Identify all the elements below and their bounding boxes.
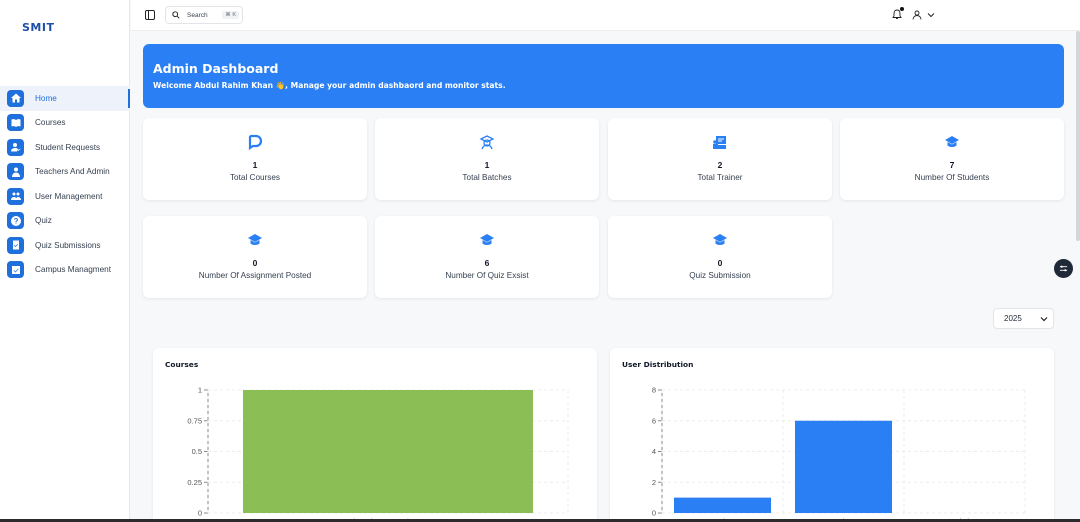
sidebar-item-label: Quiz Submissions (35, 240, 101, 250)
page-title: Admin Dashboard (153, 61, 279, 76)
topbar: Search ⌘ K (131, 0, 1080, 31)
user-distribution-bar-chart: 02468TeachersStudentsAdmins (652, 386, 1026, 522)
sidebar-item-quiz-submissions[interactable]: Quiz Submissions (0, 233, 130, 258)
y-tick-label: 2 (652, 478, 656, 487)
sidebar-toggle-icon[interactable] (145, 10, 155, 20)
question-icon (7, 212, 24, 230)
graduation-cap-icon (713, 234, 727, 245)
chevron-down-icon[interactable] (927, 11, 935, 19)
y-tick-label: 0.25 (187, 478, 202, 487)
smit-logo[interactable]: SMIT (22, 18, 56, 38)
course-icon (248, 134, 263, 150)
year-select[interactable]: 2025 (993, 308, 1054, 329)
book-icon (7, 114, 24, 132)
stat-label: Quiz Submission (689, 271, 751, 280)
trainer-icon (713, 136, 726, 149)
search-shortcut: ⌘ K (222, 11, 239, 19)
sliders-icon (1059, 265, 1068, 272)
stat-card-total-batches[interactable]: 1 Total Batches (375, 118, 599, 200)
stat-label: Number Of Assignment Posted (198, 271, 312, 280)
sidebar-item-label: Home (35, 93, 57, 103)
sidebar-item-user-management[interactable]: User Management (0, 184, 130, 209)
stat-label: Total Batches (462, 173, 512, 182)
search-icon (172, 11, 180, 19)
sidebar: SMIT Home Courses Student Requests Teach… (0, 0, 130, 522)
sidebar-item-label: Quiz (35, 216, 52, 226)
user-icon[interactable] (912, 10, 922, 20)
graduation-cap-icon (945, 136, 959, 147)
sidebar-item-student-requests[interactable]: Student Requests (0, 135, 130, 160)
sidebar-item-label: Teachers And Admin (35, 167, 110, 177)
y-tick-label: 8 (652, 386, 656, 395)
clipboard-check-icon (7, 236, 24, 254)
graduation-cap-icon (248, 234, 262, 245)
sidebar-item-label: Student Requests (35, 142, 101, 152)
y-tick-label: 0.5 (192, 447, 202, 456)
user-distribution-chart-card: User Distribution 02468TeachersStudentsA… (610, 348, 1054, 522)
y-tick-label: 6 (652, 416, 656, 425)
sidebar-item-campus-managment[interactable]: Campus Managment (0, 258, 130, 283)
user-request-icon (7, 138, 24, 156)
bar-web-and-app-development[interactable] (243, 390, 533, 513)
stat-card-assignments-posted[interactable]: 0 Number Of Assignment Posted (143, 216, 367, 298)
batch-icon (479, 135, 495, 150)
stat-value: 6 (484, 258, 490, 268)
sidebar-item-label: Courses (35, 118, 66, 128)
checkbox-icon (7, 261, 24, 279)
stat-card-total-courses[interactable]: 1 Total Courses (143, 118, 367, 200)
welcome-banner: Admin Dashboard Welcome Abdul Rahim Khan… (143, 44, 1064, 108)
stat-value: 1 (252, 160, 258, 170)
welcome-message: Welcome Abdul Rahim Khan 👋, Manage your … (153, 81, 506, 90)
y-tick-label: 1 (198, 386, 202, 395)
y-tick-label: 0 (652, 509, 656, 518)
y-tick-label: 4 (652, 447, 656, 456)
chevron-down-icon (1040, 317, 1048, 322)
stat-value: 1 (484, 160, 490, 170)
users-icon (7, 187, 24, 205)
y-tick-label: 0 (198, 509, 202, 518)
stat-label: Total Courses (229, 173, 281, 182)
graduation-cap-icon (480, 234, 494, 245)
logo-text: SMIT (22, 21, 55, 34)
bar-teachers[interactable] (674, 497, 771, 513)
notification-dot (900, 7, 904, 11)
stat-card-number-of-students[interactable]: 7 Number Of Students (840, 118, 1064, 200)
stat-label: Number Of Students (914, 173, 990, 182)
courses-chart-card: Courses 00.250.50.751Web And App Develop… (153, 348, 597, 522)
stat-value: 0 (252, 258, 258, 268)
sidebar-item-label: User Management (35, 191, 103, 201)
sidebar-nav: Home Courses Student Requests Teachers A… (0, 86, 130, 282)
bar-students[interactable] (795, 420, 892, 513)
teacher-icon (7, 163, 24, 181)
search-button[interactable]: Search ⌘ K (165, 6, 243, 24)
home-icon (7, 89, 24, 107)
year-select-value: 2025 (1004, 314, 1022, 323)
page-scrollbar[interactable] (1076, 31, 1080, 241)
sidebar-item-quiz[interactable]: Quiz (0, 209, 130, 234)
stat-card-quiz-exist[interactable]: 6 Number Of Quiz Exsist (375, 216, 599, 298)
sidebar-item-courses[interactable]: Courses (0, 111, 130, 136)
y-tick-label: 0.75 (187, 416, 202, 425)
stat-card-quiz-submission[interactable]: 0 Quiz Submission (608, 216, 832, 298)
sidebar-item-teachers-and-admin[interactable]: Teachers And Admin (0, 160, 130, 185)
sidebar-item-label: Campus Managment (35, 265, 111, 275)
sidebar-item-home[interactable]: Home (0, 86, 130, 111)
stat-label: Number Of Quiz Exsist (445, 271, 529, 280)
search-label: Search (187, 11, 208, 19)
stat-label: Total Trainer (697, 173, 743, 182)
courses-bar-chart: 00.250.50.751Web And App Development (187, 386, 569, 522)
stat-value: 0 (717, 258, 723, 268)
stat-card-total-trainer[interactable]: 2 Total Trainer (608, 118, 832, 200)
floating-settings-button[interactable] (1054, 259, 1073, 278)
stat-value: 7 (949, 160, 955, 170)
stat-value: 2 (717, 160, 723, 170)
